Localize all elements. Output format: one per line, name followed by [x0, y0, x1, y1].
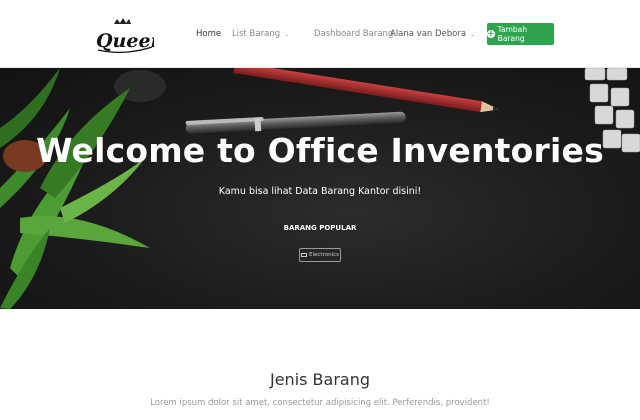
category-tag-label: Electronics — [309, 252, 339, 258]
brand-logo[interactable]: Queen — [94, 16, 154, 56]
hero-title: Welcome to Office Inventories — [36, 131, 604, 170]
laptop-icon — [301, 253, 307, 257]
navbar: Queen Home List Barang⌄ Dashboard Barang… — [0, 0, 640, 68]
add-item-button-label: Tambah Barang — [497, 25, 528, 43]
nav-list-barang-label: List Barang — [232, 29, 281, 39]
nav-home[interactable]: Home — [196, 29, 221, 39]
nav-dashboard[interactable]: Dashboard Barang — [314, 29, 393, 39]
section-title: Jenis Barang — [269, 370, 371, 389]
add-item-button[interactable]: + Tambah Barang — [487, 23, 554, 45]
hero-banner: Welcome to Office Inventories Kamu bisa … — [0, 68, 640, 309]
chevron-down-icon: ⌄ — [284, 31, 290, 38]
section-description: Lorem ipsum dolor sit amet, consectetur … — [150, 398, 490, 408]
nav-list-barang[interactable]: List Barang ⌄ — [232, 29, 289, 39]
hero-subtitle: Kamu bisa lihat Data Barang Kantor disin… — [218, 186, 422, 197]
nav-user-menu[interactable]: Alana van Debora ⌄ — [390, 29, 475, 39]
nav-user-label: Alana van Debora — [390, 29, 467, 39]
plus-circle-icon: + — [487, 29, 495, 38]
chevron-down-icon: ⌄ — [470, 31, 476, 38]
popular-items-label: BARANG POPULAR — [283, 224, 357, 232]
category-tag-electronics[interactable]: Electronics — [299, 248, 341, 262]
